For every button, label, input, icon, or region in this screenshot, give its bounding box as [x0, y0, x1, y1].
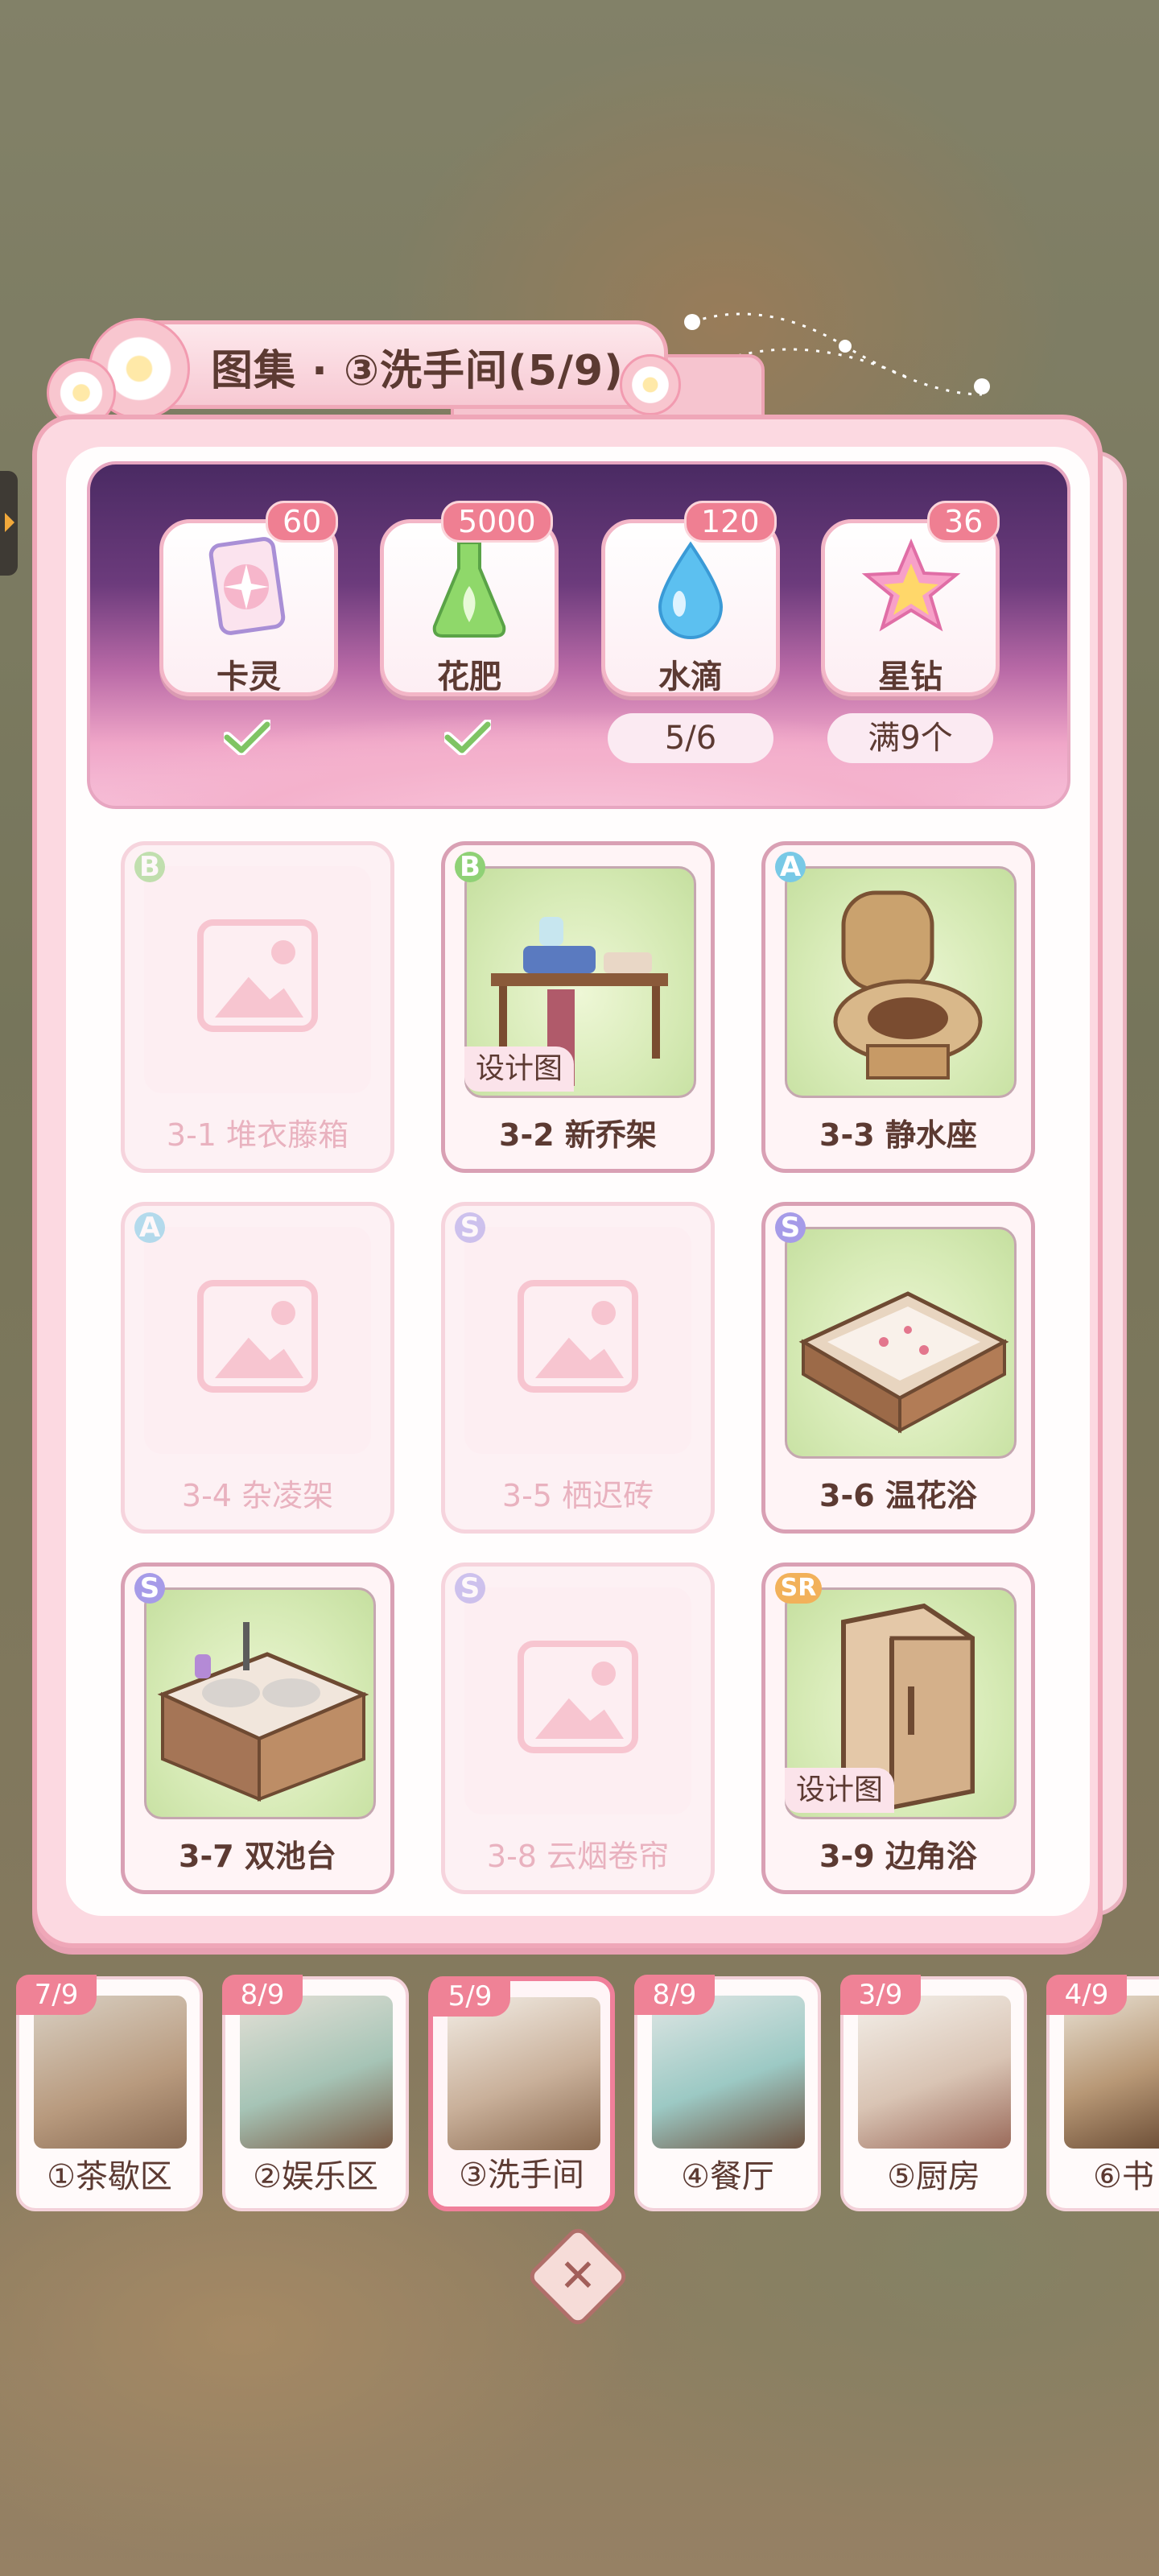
zone-tab[interactable]: 3/9 ⑤厨房	[840, 1975, 1027, 2211]
rarity-badge: S	[775, 1212, 806, 1243]
rarity-badge: S	[455, 1573, 485, 1604]
item-name: 3-1 堆衣藤箱	[166, 1117, 349, 1153]
zone-thumbnail	[34, 1996, 187, 2149]
zone-tab[interactable]: 8/9 ④餐厅	[634, 1975, 821, 2211]
item-name: 3-6 温花浴	[819, 1478, 977, 1513]
zone-label: ③洗手间	[459, 2157, 584, 2194]
zone-label: ⑤厨房	[887, 2158, 980, 2195]
item-card[interactable]: S 3-5 栖迟砖	[441, 1202, 715, 1534]
rarity-badge: S	[455, 1212, 485, 1243]
zone-tab[interactable]: 7/9 ①茶歇区	[16, 1975, 203, 2211]
item-card[interactable]: S 3-6 温花浴	[761, 1202, 1035, 1534]
resource-progress: 5/6	[608, 713, 773, 763]
item-name: 3-8 云烟卷帘	[486, 1839, 670, 1874]
zone-progress-badge: 8/9	[634, 1975, 715, 2015]
zone-label: ①茶歇区	[47, 2158, 172, 2195]
item-card[interactable]: S 3-7 双池台	[121, 1563, 394, 1894]
zone-label: ②娱乐区	[253, 2158, 378, 2195]
side-expand-tab[interactable]	[0, 471, 18, 576]
image-placeholder-icon	[197, 919, 318, 1032]
zone-thumbnail	[858, 1996, 1011, 2149]
rarity-badge: A	[775, 852, 806, 882]
zone-progress-badge: 3/9	[840, 1975, 921, 2015]
item-name: 3-3 静水座	[819, 1117, 977, 1153]
resource-label: 星钻	[878, 658, 942, 696]
item-image	[785, 1227, 1017, 1459]
page-title: 图集 · ③洗手间(5/9)	[211, 347, 624, 395]
toilet-image	[833, 890, 983, 1080]
check-icon	[224, 720, 270, 755]
resource-badge: 5000	[441, 501, 553, 543]
zone-progress-badge: 7/9	[16, 1975, 97, 2015]
item-image-placeholder	[144, 866, 371, 1093]
card-icon	[208, 537, 286, 635]
item-name: 3-9 边角浴	[819, 1839, 977, 1874]
item-name: 3-4 杂凌架	[181, 1478, 334, 1513]
rarity-badge: SR	[775, 1573, 822, 1604]
resource-status: 满9个	[827, 713, 993, 763]
item-card[interactable]: B 3-1 堆衣藤箱	[121, 841, 394, 1173]
blueprint-tag: 设计图	[464, 1046, 575, 1092]
check-icon	[444, 720, 491, 755]
water-drop-icon	[658, 541, 724, 639]
item-image	[785, 866, 1017, 1098]
rarity-badge: B	[134, 852, 165, 882]
resource-badge: 60	[266, 501, 339, 543]
double-sink-image	[157, 1622, 369, 1802]
resource-badge: 36	[927, 501, 1000, 543]
item-image	[144, 1587, 376, 1819]
zone-thumbnail	[240, 1996, 393, 2149]
item-card[interactable]: SR 设计图 3-9 边角浴	[761, 1563, 1035, 1894]
item-name: 3-5 栖迟砖	[501, 1478, 654, 1513]
resource-label: 卡灵	[217, 658, 281, 696]
image-placeholder-icon	[518, 1641, 638, 1753]
item-card[interactable]: S 3-8 云烟卷帘	[441, 1563, 715, 1894]
image-placeholder-icon	[197, 1280, 318, 1393]
item-image-placeholder	[144, 1227, 371, 1454]
zone-progress-badge: 5/9	[430, 1976, 510, 2017]
item-card[interactable]: B 设计图 3-2 新乔架	[441, 841, 715, 1173]
rarity-badge: A	[134, 1212, 165, 1243]
zone-label: ④餐厅	[681, 2158, 774, 2195]
close-icon[interactable]: ✕	[541, 2240, 615, 2314]
resource-label: 花肥	[437, 658, 501, 696]
resource-label: 水滴	[658, 658, 723, 696]
zone-thumbnail	[652, 1996, 805, 2149]
zone-tab[interactable]: 8/9 ②娱乐区	[222, 1975, 409, 2211]
rarity-badge: S	[134, 1573, 165, 1604]
zone-progress-badge: 4/9	[1046, 1975, 1127, 2015]
item-image-placeholder	[464, 1587, 691, 1814]
zone-label: ⑥书	[1093, 2158, 1154, 2195]
zone-tab[interactable]: 4/9 ⑥书	[1046, 1975, 1159, 2211]
blueprint-tag: 设计图	[785, 1768, 895, 1813]
zone-tab-active[interactable]: 5/9 ③洗手间	[428, 1976, 615, 2211]
item-name: 3-7 双池台	[179, 1839, 336, 1874]
flower-icon	[620, 354, 681, 415]
item-card[interactable]: A 3-3 静水座	[761, 841, 1035, 1173]
fertilizer-flask-icon	[432, 541, 506, 638]
image-placeholder-icon	[518, 1280, 638, 1393]
zone-thumbnail	[1064, 1996, 1159, 2149]
rarity-badge: B	[455, 852, 485, 882]
bathtub-image	[798, 1291, 1009, 1434]
resource-badge: 120	[684, 501, 777, 543]
zone-progress-badge: 8/9	[222, 1975, 303, 2015]
item-name: 3-2 新乔架	[499, 1117, 657, 1153]
zone-thumbnail	[448, 1997, 600, 2150]
star-diamond-icon	[861, 538, 961, 632]
item-card[interactable]: A 3-4 杂凌架	[121, 1202, 394, 1534]
item-image-placeholder	[464, 1227, 691, 1454]
